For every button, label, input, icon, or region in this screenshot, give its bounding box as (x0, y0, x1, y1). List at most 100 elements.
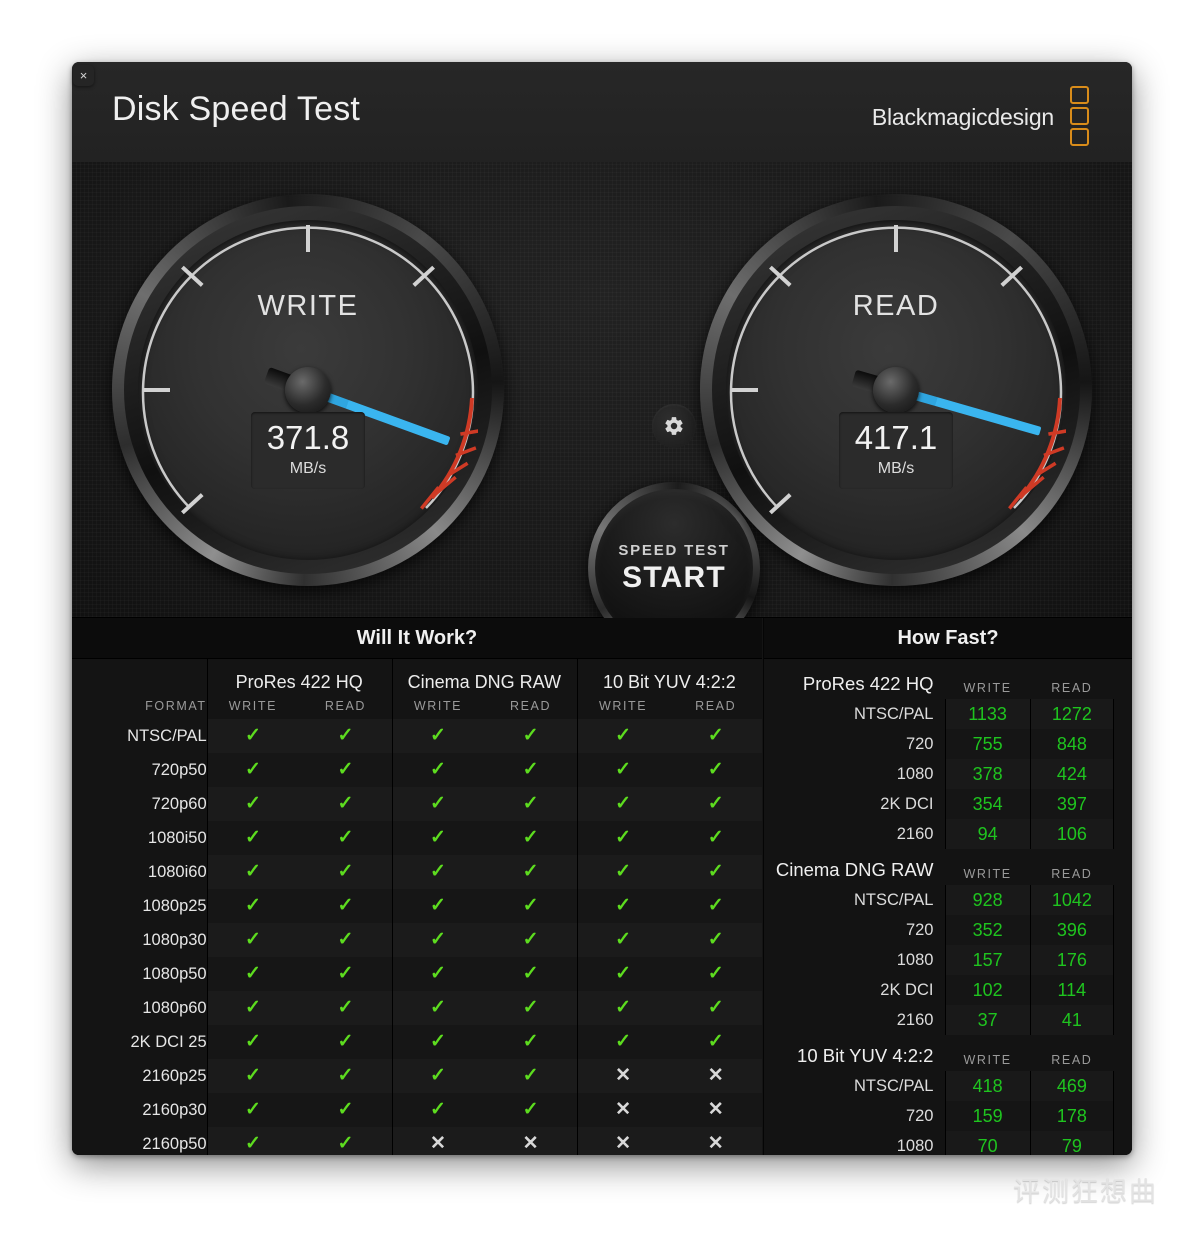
support-yes-icon: ✓ (669, 923, 762, 957)
support-yes-icon: ✓ (669, 821, 762, 855)
support-yes-icon: ✓ (484, 923, 577, 957)
table-row: 2160p50 ✓ ✓ ✕ ✕ ✕ ✕ (72, 1127, 762, 1155)
column-header-read: READ (1051, 867, 1093, 881)
support-yes-icon: ✓ (484, 855, 577, 889)
support-yes-icon: ✓ (299, 923, 392, 957)
read-gauge: READ 417.1 MB/s (700, 194, 1092, 586)
section-title: 10 Bit YUV 4:2:2 (797, 1045, 934, 1066)
support-yes-icon: ✓ (484, 719, 577, 753)
support-no-icon: ✕ (391, 1127, 485, 1155)
row-format-label: 720 (905, 1106, 934, 1125)
read-speed-value: 178 (1029, 1101, 1114, 1131)
support-yes-icon: ✓ (206, 957, 300, 991)
table-group-header-row: ProRes 422 HQ Cinema DNG RAW 10 Bit YUV … (72, 659, 762, 693)
settings-button[interactable] (652, 404, 696, 448)
support-yes-icon: ✓ (299, 957, 392, 991)
support-yes-icon: ✓ (669, 753, 762, 787)
row-format-label: 720 (905, 920, 934, 939)
support-yes-icon: ✓ (669, 991, 762, 1025)
read-speed-value: 424 (1029, 759, 1114, 789)
table-row: NTSC/PAL ✓ ✓ ✓ ✓ ✓ ✓ (72, 719, 762, 753)
column-header-write: WRITE (963, 867, 1012, 881)
support-yes-icon: ✓ (206, 719, 300, 753)
how-fast-title: How Fast? (764, 618, 1132, 659)
table-row: 2160p30 ✓ ✓ ✓ ✓ ✕ ✕ (72, 1093, 762, 1127)
support-yes-icon: ✓ (669, 957, 762, 991)
support-yes-icon: ✓ (391, 719, 485, 753)
read-speed-value: 106 (1029, 819, 1114, 849)
write-value: 371.8 (266, 419, 350, 456)
support-yes-icon: ✓ (576, 821, 670, 855)
write-unit: MB/s (289, 460, 327, 477)
row-format-label: NTSC/PAL (127, 726, 207, 745)
read-speed-value: 176 (1029, 945, 1114, 975)
how-fast-panel: How Fast? ProRes 422 HQ WRITE READ NTSC/PAL… (763, 618, 1132, 1155)
will-it-work-panel: Will It Work? ProRes 422 HQ Cinema DNG R… (72, 618, 762, 1155)
group-header-yuv: 10 Bit YUV 4:2:2 (577, 659, 762, 693)
table-row: 720 755 848 (764, 729, 1114, 759)
read-speed-value: 396 (1029, 915, 1114, 945)
support-yes-icon: ✓ (299, 753, 392, 787)
support-yes-icon: ✓ (576, 923, 670, 957)
support-yes-icon: ✓ (299, 821, 392, 855)
read-speed-value: 79 (1029, 1131, 1114, 1155)
support-yes-icon: ✓ (484, 753, 577, 787)
support-yes-icon: ✓ (299, 719, 392, 753)
support-yes-icon: ✓ (299, 889, 392, 923)
close-icon: × (79, 68, 88, 83)
how-fast-table: Cinema DNG RAW WRITE READ NTSC/PAL 928 1042 72… (764, 849, 1114, 1035)
read-speed-value: 1042 (1029, 885, 1114, 915)
write-speed-value: 354 (945, 789, 1030, 819)
column-header-write: WRITE (963, 681, 1012, 695)
support-yes-icon: ✓ (391, 1093, 485, 1127)
read-readout: 417.1 MB/s (839, 412, 953, 489)
support-yes-icon: ✓ (669, 1025, 762, 1059)
watermark: 评测狂想曲 (1013, 1177, 1158, 1208)
write-speed-value: 378 (945, 759, 1030, 789)
gauges-panel: WRITE 371.8 MB/s SPEED TEST START READ 4… (72, 162, 1132, 654)
column-header-read: READ (1051, 681, 1093, 695)
support-yes-icon: ✓ (391, 787, 485, 821)
row-format-label: 2160 (896, 1010, 934, 1029)
how-fast-body: ProRes 422 HQ WRITE READ NTSC/PAL 1133 1272 72… (764, 659, 1132, 1155)
table-row: NTSC/PAL 1133 1272 (764, 699, 1114, 729)
row-format-label: 1080 (896, 764, 934, 783)
how-fast-table: ProRes 422 HQ WRITE READ NTSC/PAL 1133 1272 72… (764, 663, 1114, 849)
write-speed-value: 418 (945, 1071, 1030, 1101)
support-no-icon: ✕ (576, 1093, 670, 1127)
column-header-read: READ (324, 699, 367, 713)
table-row: 1080 70 79 (764, 1131, 1114, 1155)
window-close-button[interactable]: × (73, 65, 94, 86)
support-yes-icon: ✓ (391, 753, 485, 787)
write-gauge-hub (285, 367, 331, 413)
row-format-label: 720p60 (151, 794, 207, 813)
support-yes-icon: ✓ (391, 855, 485, 889)
support-yes-icon: ✓ (206, 855, 300, 889)
table-row: 2K DCI 354 397 (764, 789, 1114, 819)
support-yes-icon: ✓ (299, 991, 392, 1025)
support-yes-icon: ✓ (576, 855, 670, 889)
read-value: 417.1 (854, 419, 938, 456)
support-yes-icon: ✓ (484, 991, 577, 1025)
table-row: 720 352 396 (764, 915, 1114, 945)
support-no-icon: ✕ (669, 1093, 762, 1127)
title-bar: Disk Speed Test Blackmagicdesign (72, 62, 1132, 163)
row-format-label: 1080p60 (142, 998, 207, 1017)
support-yes-icon: ✓ (391, 1059, 485, 1093)
read-gauge-hub (873, 367, 919, 413)
how-fast-table: 10 Bit YUV 4:2:2 WRITE READ NTSC/PAL 418 469 7… (764, 1035, 1114, 1155)
section-title: Cinema DNG RAW (775, 859, 934, 880)
table-row: 1080i50 ✓ ✓ ✓ ✓ ✓ ✓ (72, 821, 762, 855)
column-header-read: READ (1051, 1053, 1093, 1067)
brand-wordmark: Blackmagicdesign (871, 104, 1054, 130)
table-row: 2160p25 ✓ ✓ ✓ ✓ ✕ ✕ (72, 1059, 762, 1093)
table-row: 1080 378 424 (764, 759, 1114, 789)
read-speed-value: 469 (1029, 1071, 1114, 1101)
table-row: 720p60 ✓ ✓ ✓ ✓ ✓ ✓ (72, 787, 762, 821)
write-speed-value: 70 (945, 1131, 1030, 1155)
table-row: 1080p30 ✓ ✓ ✓ ✓ ✓ ✓ (72, 923, 762, 957)
column-header-write: WRITE (392, 693, 485, 719)
read-speed-value: 41 (1029, 1005, 1114, 1035)
support-yes-icon: ✓ (206, 1059, 300, 1093)
write-speed-value: 1133 (945, 699, 1030, 729)
